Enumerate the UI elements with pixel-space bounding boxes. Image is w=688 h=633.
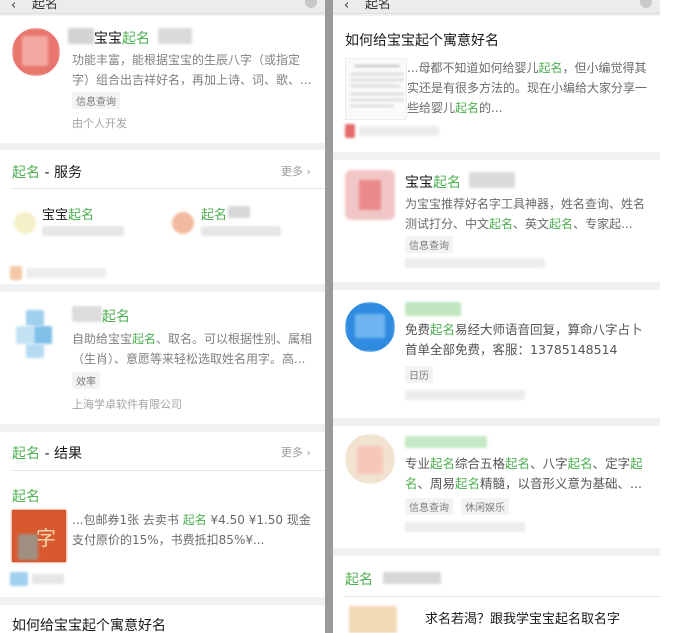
app-result-card[interactable]: 宝宝起名 功能丰富，能根据宝宝的生辰八字（或指定字）组合出吉祥好名，再加上诗、词… <box>0 16 325 143</box>
more-icon[interactable] <box>640 0 652 8</box>
service-section: 起名 - 服务 更多 › 宝宝起名 起名 <box>0 150 325 284</box>
developer-label: 上海学卓软件有限公司 <box>72 398 182 411</box>
app-icon <box>345 302 395 352</box>
section-title: 起名 <box>345 572 373 588</box>
section-title: 起名 - 结果 <box>12 446 82 462</box>
back-arrow-icon[interactable]: ‹ <box>11 0 16 13</box>
app-name: 宝宝起名 <box>94 31 150 47</box>
app-icon <box>12 310 60 358</box>
back-arrow-icon[interactable]: ‹ <box>344 0 349 13</box>
search-title: 起名 <box>32 0 59 12</box>
article-title: 如何给宝宝起个寓意好名 <box>345 33 499 49</box>
result-section: 起名 求名若渴？跟我学宝宝起名取名字 <box>333 556 660 633</box>
app-result-card[interactable]: 宝宝起名 为宝宝推荐好名字工具神器，姓名查询、姓名测试打分、中文起名、英文起名、… <box>333 160 660 282</box>
category-tag: 效率 <box>72 372 100 389</box>
app-description: 免费起名易经大师语音回复，算命八字占卜首单全部免费，客服：13785148514 <box>405 322 643 357</box>
article-thumbnail <box>345 58 407 120</box>
category-tag: 信息查询 <box>72 92 120 109</box>
developer-label: 由个人开发 <box>72 117 127 130</box>
result-description: ...包邮券1张 去卖书 起名 ¥4.50 ¥1.50 现金支付原价的15%，书… <box>72 513 311 547</box>
more-icon[interactable] <box>305 0 317 8</box>
category-tag: 信息查询 <box>405 236 453 253</box>
category-tag: 信息查询 <box>405 498 453 515</box>
app-result-card[interactable]: 起名 自助给宝宝起名、取名。可以根据性别、属相（生肖）、意愿等来轻松选取姓名用字… <box>0 292 325 424</box>
service-icon <box>172 212 194 234</box>
app-description: 自助给宝宝起名、取名。可以根据性别、属相（生肖）、意愿等来轻松选取姓名用字。高.… <box>72 332 313 366</box>
result-thumbnail <box>349 606 397 633</box>
blurred-text <box>68 28 94 44</box>
top-bar: ‹ 起名 <box>333 0 660 14</box>
app-description: 功能丰富，能根据宝宝的生辰八字（或指定字）组合出吉祥好名，再加上诗、词、歌、..… <box>72 53 312 87</box>
result-title: 求名若渴？跟我学宝宝起名取名字 <box>425 612 621 627</box>
article-title: 如何给宝宝起个寓意好名 <box>12 618 166 633</box>
category-tag: 日历 <box>405 366 433 383</box>
app-description: 专业起名综合五格起名、八字起名、定字起名、周易起名精髓，以音形义意为基础、... <box>405 456 643 491</box>
section-title: 起名 - 服务 <box>12 165 82 181</box>
more-link[interactable]: 更多 › <box>281 444 311 460</box>
search-title: 起名 <box>365 0 392 12</box>
app-description: 为宝宝推荐好名字工具神器，姓名查询、姓名测试打分、中文起名、英文起名、专家起..… <box>405 197 646 231</box>
category-tag: 休闲娱乐 <box>461 498 509 515</box>
app-icon <box>345 170 395 220</box>
app-icon <box>12 28 60 76</box>
app-name: 宝宝起名 <box>405 175 461 191</box>
left-screen: ‹ 起名 宝宝起名 功能丰富，能根据宝宝的生辰八字（或指定字）组合出吉祥好名，再… <box>0 0 325 633</box>
app-result-card[interactable]: 免费起名易经大师语音回复，算命八字占卜首单全部免费，客服：13785148514… <box>333 290 660 418</box>
article-snippet: ...母都不知道如何给婴儿起名，但小编觉得其实还是有很多方法的。现在小编给大家分… <box>407 61 648 115</box>
right-screen: ‹ 起名 如何给宝宝起个寓意好名 ...母都不知道如何给婴儿起名，但小编觉得其实… <box>333 0 660 633</box>
screen-divider <box>325 0 333 633</box>
service-icon <box>14 212 36 234</box>
app-result-card[interactable]: 专业起名综合五格起名、八字起名、定字起名、周易起名精髓，以音形义意为基础、...… <box>333 426 660 548</box>
more-link[interactable]: 更多 › <box>281 163 311 179</box>
service-name: 起名 <box>201 208 228 223</box>
app-name: 起名 <box>102 309 130 325</box>
book-thumbnail: 字 <box>12 510 66 562</box>
top-bar: ‹ 起名 <box>0 0 325 14</box>
result-subtitle: 起名 <box>12 489 40 505</box>
service-name: 宝宝起名 <box>42 208 95 223</box>
article-card[interactable]: 如何给宝宝起个寓意好名 ...母都不知道如何给婴儿起名，但小编觉得其实还是有很多… <box>333 16 660 152</box>
app-icon <box>345 434 395 484</box>
result-section: 起名 - 结果 更多 › 起名 字 ...包邮券1张 去卖书 起名 ¥4.50 … <box>0 432 325 597</box>
article-card[interactable]: 如何给宝宝起个寓意好名 <box>0 605 325 633</box>
